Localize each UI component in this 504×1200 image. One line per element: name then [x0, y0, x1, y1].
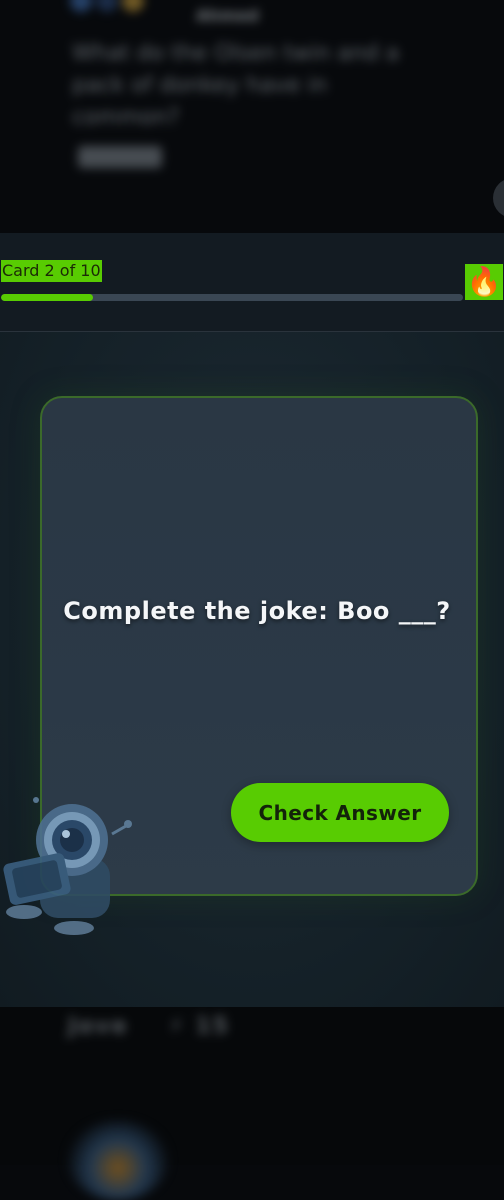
progress-fill	[1, 294, 94, 301]
question-text: Complete the joke: Boo ___?	[63, 597, 451, 625]
feed-bottom-row: Jove ⚡ 15	[68, 1014, 230, 1039]
feed-thumbnail	[68, 1120, 168, 1200]
feed-bottom-user: Jove	[68, 1014, 129, 1039]
progress-bar	[1, 294, 463, 301]
feed-post-text: What do the Olsen twin and a pack of don…	[72, 41, 400, 130]
fire-icon: 🔥	[466, 265, 502, 298]
flashcard-header	[0, 233, 504, 332]
card-counter: Card 2 of 10	[1, 260, 102, 282]
streak-badge[interactable]: 🔥	[465, 264, 503, 300]
background-feed-top: Ahmed What do the Olsen twin and a pack …	[0, 0, 504, 233]
robot-mascot-icon	[3, 797, 132, 935]
feed-user-name: Ahmed	[196, 6, 259, 25]
check-answer-button[interactable]: Check Answer	[231, 783, 449, 842]
feed-action-button	[493, 178, 504, 218]
avatar-group	[70, 0, 170, 14]
feed-post-chip	[78, 146, 162, 168]
feed-bottom-points: ⚡ 15	[168, 1014, 230, 1039]
